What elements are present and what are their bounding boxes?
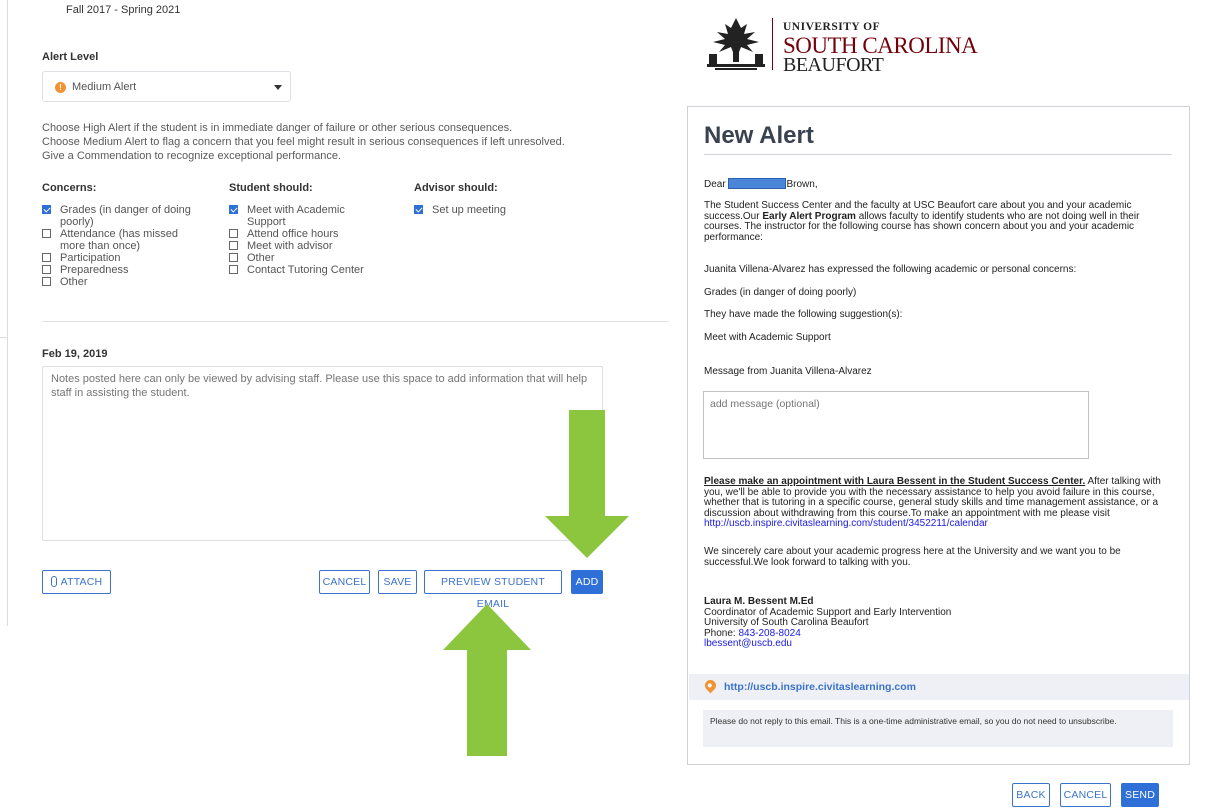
- appointment-link[interactable]: Please make an appointment with Laura Be…: [704, 476, 1085, 487]
- email-concern-line: Juanita Villena-Alvarez has expressed th…: [704, 264, 1077, 275]
- email-title-divider: [704, 154, 1172, 155]
- checkbox-other-student[interactable]: Other: [229, 252, 389, 264]
- email-signature: Laura M. Bessent M.Ed Coordinator of Aca…: [704, 596, 1179, 650]
- redacted-first-name: [728, 178, 787, 189]
- advisor-should-list: Set up meeting: [414, 204, 554, 216]
- alert-level-label: Alert Level: [42, 51, 99, 63]
- chevron-down-icon: [274, 85, 282, 90]
- no-reply-notice: Please do not reply to this email. This …: [703, 710, 1173, 747]
- student-should-list: Meet with Academic Support Attend office…: [229, 204, 389, 276]
- cancel-button[interactable]: CANCEL: [319, 570, 370, 594]
- usc-beaufort-logo: UNIVERSITY OF SOUTH CAROLINA BEAUFORT: [705, 14, 1005, 84]
- attach-button[interactable]: ATTACH: [42, 570, 111, 594]
- checkbox-label: Grades (in danger of doing poorly): [60, 204, 191, 228]
- checkbox-checked-icon: [414, 205, 423, 214]
- checkbox-participation[interactable]: Participation: [42, 252, 212, 264]
- help-line: Choose High Alert if the student is in i…: [42, 122, 513, 134]
- back-button[interactable]: BACK: [1012, 783, 1050, 807]
- checkbox-checked-icon: [229, 205, 238, 214]
- checkbox-meet-advisor[interactable]: Meet with advisor: [229, 240, 389, 252]
- dear-text: Dear: [704, 179, 726, 190]
- left-edge-line: [7, 0, 8, 626]
- student-last-name: Brown,: [786, 179, 818, 190]
- concerns-list: Grades (in danger of doing poorly) Atten…: [42, 204, 212, 288]
- site-url-link[interactable]: http://uscb.inspire.civitaslearning.com: [724, 681, 916, 693]
- logo-line-1: UNIVERSITY OF: [783, 21, 881, 33]
- email-suggestion-line: They have made the following suggestion(…: [704, 309, 903, 320]
- email-salutation: Dear Brown,: [704, 178, 1179, 191]
- checkbox-empty-icon: [229, 253, 238, 262]
- help-line: Choose Medium Alert to flag a concern th…: [42, 136, 565, 148]
- arrow-down-annotation: [545, 410, 629, 558]
- checkbox-label: Preparedness: [60, 264, 129, 276]
- checkbox-label: Other: [247, 252, 275, 264]
- email-intro: The Student Success Center and the facul…: [704, 200, 1179, 243]
- checkbox-other-concern[interactable]: Other: [42, 276, 212, 288]
- optional-message-input[interactable]: [703, 391, 1089, 459]
- checkbox-label: Attend office hours: [247, 228, 339, 240]
- checkbox-empty-icon: [229, 265, 238, 274]
- checkbox-set-up-meeting[interactable]: Set up meeting: [414, 204, 554, 216]
- intro-program-name: Early Alert Program: [762, 210, 856, 222]
- email-link[interactable]: lbessent@uscb.edu: [704, 639, 1179, 650]
- checkbox-label: Contact Tutoring Center: [247, 264, 364, 276]
- checkbox-empty-icon: [42, 277, 51, 286]
- checkbox-empty-icon: [229, 241, 238, 250]
- student-should-heading: Student should:: [229, 182, 313, 194]
- checkbox-label: Meet with Academic Support: [247, 204, 345, 228]
- phone-label: Phone:: [704, 627, 739, 639]
- email-closing: We sincerely care about your academic pr…: [704, 546, 1121, 568]
- checkbox-empty-icon: [229, 229, 238, 238]
- calendar-link[interactable]: http://uscb.inspire.civitaslearning.com/…: [704, 518, 988, 530]
- email-concern-value: Grades (in danger of doing poorly): [704, 287, 857, 298]
- advisor-should-heading: Advisor should:: [414, 182, 498, 194]
- attach-button-label: ATTACH: [60, 576, 103, 588]
- add-button[interactable]: ADD: [571, 570, 603, 594]
- email-title: New Alert: [704, 122, 814, 149]
- checkbox-label: Meet with advisor: [247, 240, 333, 252]
- alert-level-value: Medium Alert: [72, 81, 137, 93]
- checkbox-tutoring-center[interactable]: Contact Tutoring Center: [229, 264, 389, 276]
- checkbox-label: Attendance (has missed more than once): [60, 228, 179, 252]
- help-line: Give a Commendation to recognize excepti…: [42, 150, 341, 162]
- preview-student-email-button[interactable]: PREVIEW STUDENT EMAIL: [424, 570, 562, 610]
- checkbox-empty-icon: [42, 229, 51, 238]
- checkbox-attendance[interactable]: Attendance (has missed more than once): [42, 228, 182, 252]
- email-cancel-button[interactable]: CANCEL: [1060, 783, 1111, 807]
- checkbox-label: Set up meeting: [432, 204, 506, 216]
- email-suggestion-value: Meet with Academic Support: [704, 332, 831, 343]
- checkbox-empty-icon: [42, 265, 51, 274]
- arrow-up-annotation: [443, 604, 531, 756]
- checkbox-label: Other: [60, 276, 88, 288]
- checkbox-office-hours[interactable]: Attend office hours: [229, 228, 389, 240]
- save-button[interactable]: SAVE: [378, 570, 417, 594]
- checkbox-empty-icon: [42, 253, 51, 262]
- phone-link[interactable]: 843-208-8024: [738, 628, 800, 639]
- notes-textarea[interactable]: [42, 366, 603, 541]
- left-edge-tick: [0, 337, 8, 338]
- checkbox-label: Participation: [60, 252, 121, 264]
- email-message-from: Message from Juanita Villena-Alvarez: [704, 366, 872, 377]
- checkbox-meet-academic-support[interactable]: Meet with Academic Support: [229, 204, 364, 228]
- term-range: Fall 2017 - Spring 2021: [66, 4, 181, 16]
- send-button[interactable]: SEND: [1121, 783, 1159, 807]
- concerns-heading: Concerns:: [42, 182, 97, 194]
- checkbox-checked-icon: [42, 205, 51, 214]
- alert-level-select[interactable]: ! Medium Alert: [42, 71, 291, 102]
- alert-warning-icon: !: [55, 82, 66, 93]
- logo-line-3: BEAUFORT: [783, 54, 884, 76]
- paperclip-icon: [50, 576, 57, 587]
- section-divider: [42, 321, 669, 322]
- email-appointment-paragraph: Please make an appointment with Laura Be…: [704, 476, 1179, 530]
- palmetto-seal-icon: [707, 18, 765, 70]
- checkbox-grades[interactable]: Grades (in danger of doing poorly): [42, 204, 202, 228]
- alert-help-text: Choose High Alert if the student is in i…: [42, 121, 582, 163]
- note-date: Feb 19, 2019: [42, 348, 108, 360]
- checkbox-preparedness[interactable]: Preparedness: [42, 264, 212, 276]
- logo-divider: [772, 18, 773, 70]
- signature-name: Laura M. Bessent M.Ed: [704, 596, 814, 607]
